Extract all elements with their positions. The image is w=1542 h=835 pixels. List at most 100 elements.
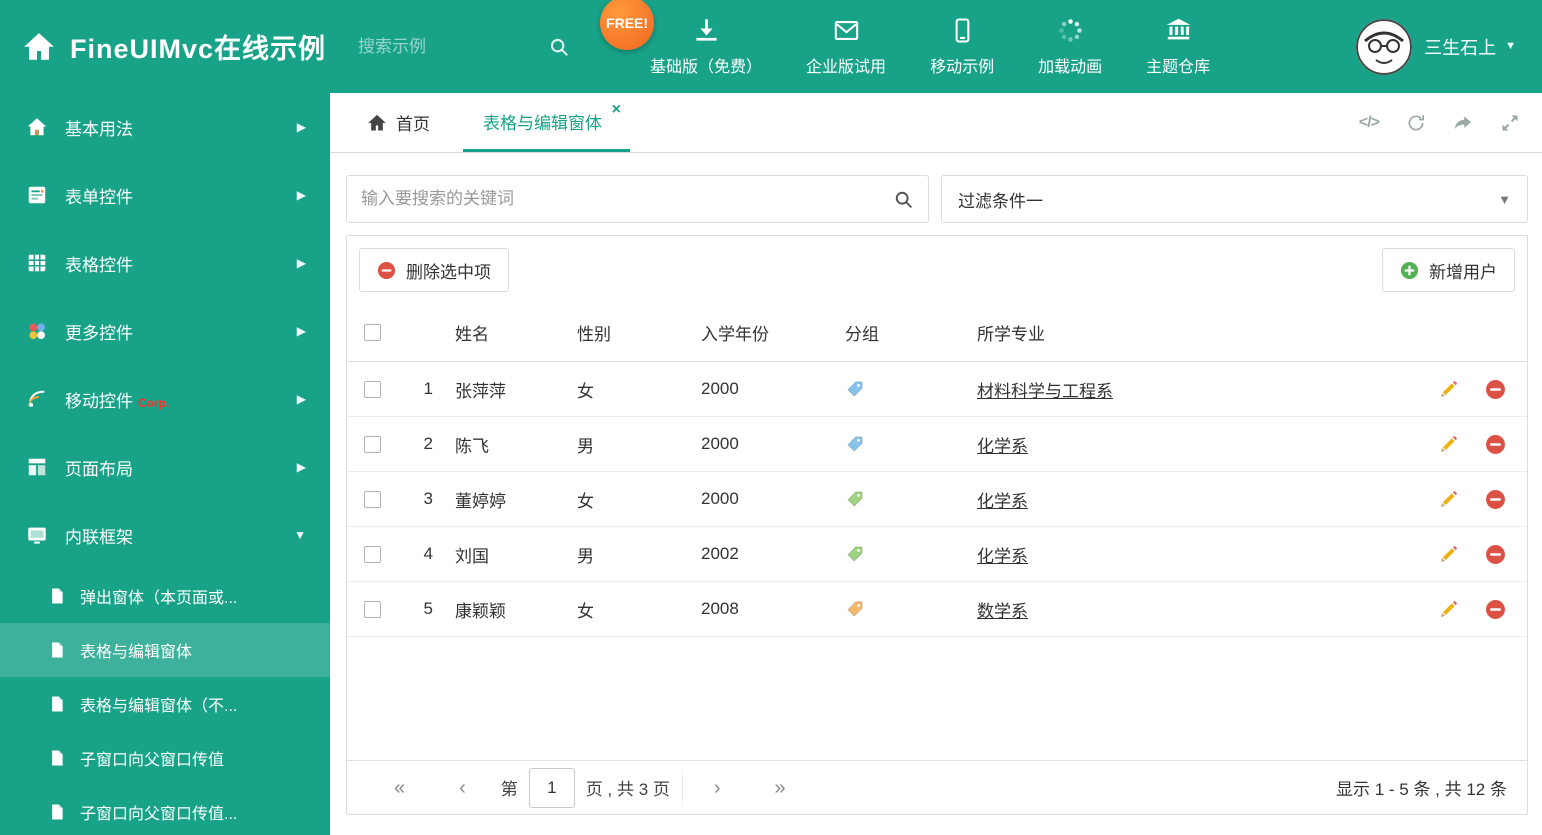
pager-separator [681, 773, 683, 802]
search-icon[interactable] [893, 189, 914, 210]
sidebar-item-basic-usage[interactable]: 基本用法 ▶ [0, 93, 330, 161]
tab-bar: 首页 表格与编辑窗体 × </> [330, 93, 1542, 153]
edit-icon[interactable] [1438, 599, 1459, 620]
user-menu[interactable]: 三生石上 ▼ [1356, 18, 1542, 75]
chevron-right-icon: ▶ [296, 392, 306, 406]
column-group[interactable]: 分组 [829, 320, 969, 345]
sidebar-item-label: 更多控件 [65, 323, 133, 343]
cell-gender: 女 [577, 601, 594, 621]
sidebar-item-label: 移动控件 [65, 391, 133, 411]
delete-icon[interactable] [1485, 379, 1506, 400]
cell-name: 陈飞 [455, 436, 489, 456]
delete-icon[interactable] [1485, 489, 1506, 510]
pager-prev-button[interactable]: ‹ [432, 778, 493, 798]
row-checkbox[interactable] [363, 545, 381, 563]
nav-item-mobile-demo[interactable]: 移动示例 [930, 0, 994, 93]
cell-year: 2000 [701, 379, 739, 398]
nav-label: 企业版试用 [806, 58, 887, 76]
cell-name: 董婷婷 [455, 491, 506, 511]
tag-icon [845, 434, 865, 454]
column-major[interactable]: 所学专业 [969, 320, 1417, 345]
filter-dropdown[interactable]: 过滤条件一 ▼ [941, 175, 1528, 223]
pagination-bar: « ‹ 第 页 , 共 3 页 › » 显示 1 - 5 条 , 共 12 条 [347, 760, 1527, 814]
table-header-row: 姓名 性别 入学年份 分组 所学专业 [347, 304, 1527, 362]
tag-icon [845, 489, 865, 509]
sidebar-subitem-label: 表格与编辑窗体 [80, 644, 193, 661]
refresh-icon[interactable] [1406, 113, 1426, 133]
app-window: FineUIMvc在线示例 FREE! 基础版（免费） 企业版试用 [0, 0, 1542, 835]
delete-icon[interactable] [1485, 544, 1506, 565]
major-link[interactable]: 化学系 [977, 542, 1028, 567]
form-icon [26, 184, 48, 206]
tab-grid-edit-window[interactable]: 表格与编辑窗体 × [463, 93, 630, 152]
sidebar-item-label: 页面布局 [65, 459, 133, 479]
edit-icon[interactable] [1438, 434, 1459, 455]
add-user-button[interactable]: 新增用户 [1382, 248, 1515, 292]
sidebar-item-inline-frame[interactable]: 内联框架 ▼ [0, 501, 330, 569]
pager-last-button[interactable]: » [748, 778, 813, 798]
open-new-window-icon[interactable] [1453, 113, 1473, 133]
row-checkbox[interactable] [363, 600, 381, 618]
edit-icon[interactable] [1438, 489, 1459, 510]
header-search [358, 36, 570, 58]
chevron-right-icon: ▶ [296, 120, 306, 134]
sidebar-item-mobile-controls[interactable]: 移动控件 Corp. ▶ [0, 365, 330, 433]
delete-icon[interactable] [1485, 434, 1506, 455]
keyword-search-input[interactable] [361, 189, 883, 209]
sidebar-item-more-controls[interactable]: 更多控件 ▶ [0, 297, 330, 365]
nav-item-basic-edition[interactable]: FREE! 基础版（免费） [600, 0, 762, 93]
brand[interactable]: FineUIMvc在线示例 [0, 27, 326, 66]
file-icon [48, 695, 66, 713]
header-search-input[interactable] [358, 36, 549, 57]
column-gender[interactable]: 性别 [569, 320, 689, 345]
table-row: 2 陈飞 男 2000 化学系 [347, 417, 1527, 472]
sidebar-subitem-child-to-parent[interactable]: 子窗口向父窗口传值 [0, 731, 330, 785]
nav-item-loading-animation[interactable]: 加载动画 [1038, 0, 1102, 93]
column-name[interactable]: 姓名 [447, 320, 569, 345]
page-content: 过滤条件一 ▼ 删除选中项 新增用户 [330, 153, 1542, 835]
sidebar-subitem-child-to-parent-alt[interactable]: 子窗口向父窗口传值... [0, 785, 330, 835]
nav-item-theme-repo[interactable]: 主题仓库 [1146, 0, 1210, 93]
sidebar-subitem-popup-window[interactable]: 弹出窗体（本页面或... [0, 569, 330, 623]
cell-gender: 女 [577, 491, 594, 511]
row-checkbox[interactable] [363, 435, 381, 453]
select-all-checkbox[interactable] [363, 324, 381, 341]
tab-home[interactable]: 首页 [350, 93, 447, 152]
sidebar-item-page-layout[interactable]: 页面布局 ▶ [0, 433, 330, 501]
code-icon[interactable]: </> [1359, 114, 1380, 132]
sidebar-item-form-controls[interactable]: 表单控件 ▶ [0, 161, 330, 229]
close-icon[interactable]: × [612, 102, 621, 118]
page-input[interactable] [528, 767, 575, 808]
chevron-down-icon: ▼ [1505, 40, 1516, 52]
file-icon [48, 803, 66, 821]
fullscreen-icon[interactable] [1500, 113, 1520, 133]
edit-icon[interactable] [1438, 544, 1459, 565]
plus-circle-icon [1400, 261, 1419, 279]
delete-selected-button[interactable]: 删除选中项 [359, 248, 509, 292]
search-icon[interactable] [548, 36, 570, 58]
major-link[interactable]: 数学系 [977, 597, 1028, 622]
nav-label: 移动示例 [930, 58, 995, 76]
row-checkbox[interactable] [363, 380, 381, 398]
nav-item-enterprise-trial[interactable]: 企业版试用 [806, 0, 886, 93]
page-count-label: 页 , 共 3 页 [585, 780, 670, 799]
sidebar-subitem-grid-edit-window[interactable]: 表格与编辑窗体 [0, 623, 330, 677]
pager-next-button[interactable]: › [687, 778, 748, 798]
sidebar-subitem-grid-edit-window-alt[interactable]: 表格与编辑窗体（不... [0, 677, 330, 731]
spinner-icon [1057, 17, 1084, 44]
edit-icon[interactable] [1438, 379, 1459, 400]
tag-icon [845, 599, 865, 619]
pager-first-button[interactable]: « [367, 778, 432, 798]
table-icon [26, 252, 48, 274]
download-icon [693, 17, 720, 44]
row-checkbox[interactable] [363, 490, 381, 508]
column-year[interactable]: 入学年份 [689, 320, 829, 345]
sidebar-item-table-controls[interactable]: 表格控件 ▶ [0, 229, 330, 297]
major-link[interactable]: 化学系 [977, 487, 1028, 512]
major-link[interactable]: 化学系 [977, 432, 1028, 457]
row-index: 2 [423, 434, 433, 453]
major-link[interactable]: 材料科学与工程系 [977, 377, 1113, 402]
chevron-down-icon: ▼ [1498, 191, 1511, 207]
delete-icon[interactable] [1485, 599, 1506, 620]
table-row: 5 康颖颖 女 2008 数学系 [347, 582, 1527, 637]
